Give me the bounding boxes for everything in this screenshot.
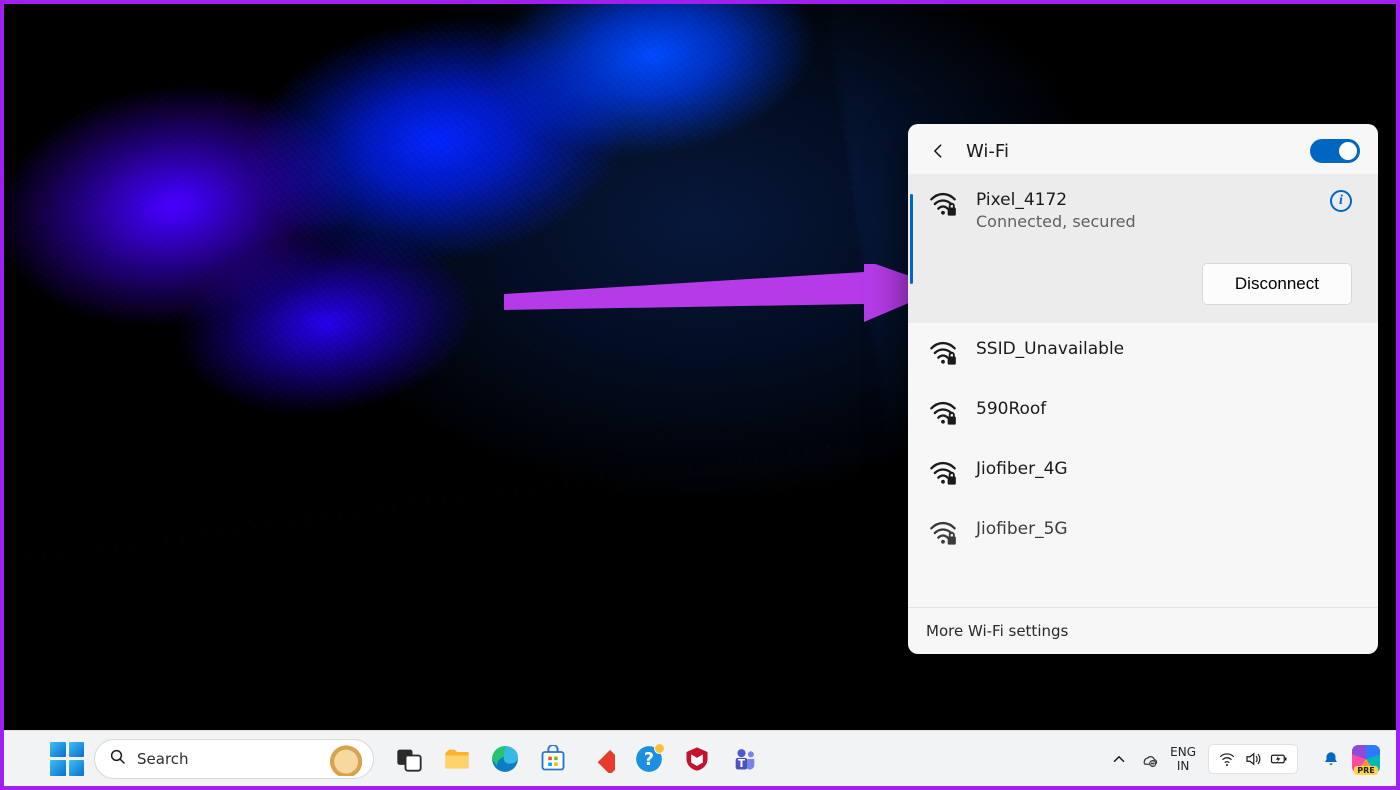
panel-title: Wi-Fi xyxy=(966,141,1296,162)
lang-primary: ENG xyxy=(1170,745,1196,759)
arrow-left-icon xyxy=(929,141,949,161)
network-item[interactable]: Jiofiber_5G xyxy=(908,503,1378,545)
language-indicator[interactable]: ENG IN xyxy=(1170,745,1196,773)
network-ssid: SSID_Unavailable xyxy=(976,339,1352,359)
search-placeholder: Search xyxy=(137,750,189,768)
wifi-secured-icon xyxy=(928,519,958,545)
network-sound-battery-button[interactable] xyxy=(1208,744,1298,774)
wifi-secured-icon xyxy=(928,399,958,427)
desktop-wallpaper: Wi-Fi Pixel_4172 Connected, secured i Di… xyxy=(4,4,1396,730)
notification-badge xyxy=(654,743,665,754)
task-view-icon[interactable] xyxy=(394,744,424,774)
copilot-preview-button[interactable] xyxy=(1352,745,1380,773)
more-wifi-settings-link[interactable]: More Wi-Fi settings xyxy=(908,607,1378,654)
toggle-knob xyxy=(1339,142,1357,160)
svg-text:T: T xyxy=(738,758,746,770)
start-button[interactable] xyxy=(50,742,84,776)
network-properties-button[interactable]: i xyxy=(1330,190,1352,212)
network-item[interactable]: Jiofiber_4G xyxy=(908,443,1378,503)
get-help-icon[interactable]: ? xyxy=(634,744,664,774)
system-tray: ENG IN xyxy=(1110,744,1380,774)
taskbar-search[interactable]: Search xyxy=(94,739,374,779)
battery-tray-icon xyxy=(1270,750,1288,768)
wifi-secured-icon xyxy=(928,339,958,367)
notifications-button[interactable] xyxy=(1322,750,1340,768)
edge-browser-icon[interactable] xyxy=(490,744,520,774)
onedrive-tray-icon[interactable] xyxy=(1140,750,1158,768)
tray-overflow-button[interactable] xyxy=(1110,750,1128,768)
app-red-diamond-icon[interactable] xyxy=(586,744,616,774)
wifi-secured-icon xyxy=(928,190,958,218)
network-ssid: 590Roof xyxy=(976,399,1352,419)
wifi-toggle[interactable] xyxy=(1310,139,1360,163)
wifi-secured-icon xyxy=(928,459,958,487)
search-icon xyxy=(109,748,127,770)
network-item[interactable]: 590Roof xyxy=(908,383,1378,443)
teams-icon[interactable]: T xyxy=(730,744,760,774)
disconnect-button[interactable]: Disconnect xyxy=(1202,263,1352,305)
wifi-tray-icon xyxy=(1218,750,1236,768)
lang-secondary: IN xyxy=(1170,759,1196,773)
network-list: Pixel_4172 Connected, secured i Disconne… xyxy=(908,174,1378,607)
file-explorer-icon[interactable] xyxy=(442,744,472,774)
svg-text:?: ? xyxy=(644,749,654,769)
network-item[interactable]: SSID_Unavailable xyxy=(908,323,1378,383)
back-button[interactable] xyxy=(926,138,952,164)
network-item-connected[interactable]: Pixel_4172 Connected, secured i Disconne… xyxy=(908,174,1378,323)
mcafee-icon[interactable] xyxy=(682,744,712,774)
wifi-quick-settings-panel: Wi-Fi Pixel_4172 Connected, secured i Di… xyxy=(908,124,1378,654)
microsoft-store-icon[interactable] xyxy=(538,744,568,774)
network-ssid: Jiofiber_4G xyxy=(976,459,1352,479)
wallpaper-abstract-wave xyxy=(4,4,888,564)
network-ssid: Pixel_4172 xyxy=(976,190,1312,210)
network-ssid: Jiofiber_5G xyxy=(976,519,1352,539)
wifi-panel-header: Wi-Fi xyxy=(908,124,1378,174)
speaker-tray-icon xyxy=(1244,750,1262,768)
taskbar-pinned-apps: ? T xyxy=(394,744,760,774)
network-state: Connected, secured xyxy=(976,212,1312,231)
taskbar: Search ? T ENG IN xyxy=(4,730,1396,786)
search-highlight-icon xyxy=(323,744,365,776)
